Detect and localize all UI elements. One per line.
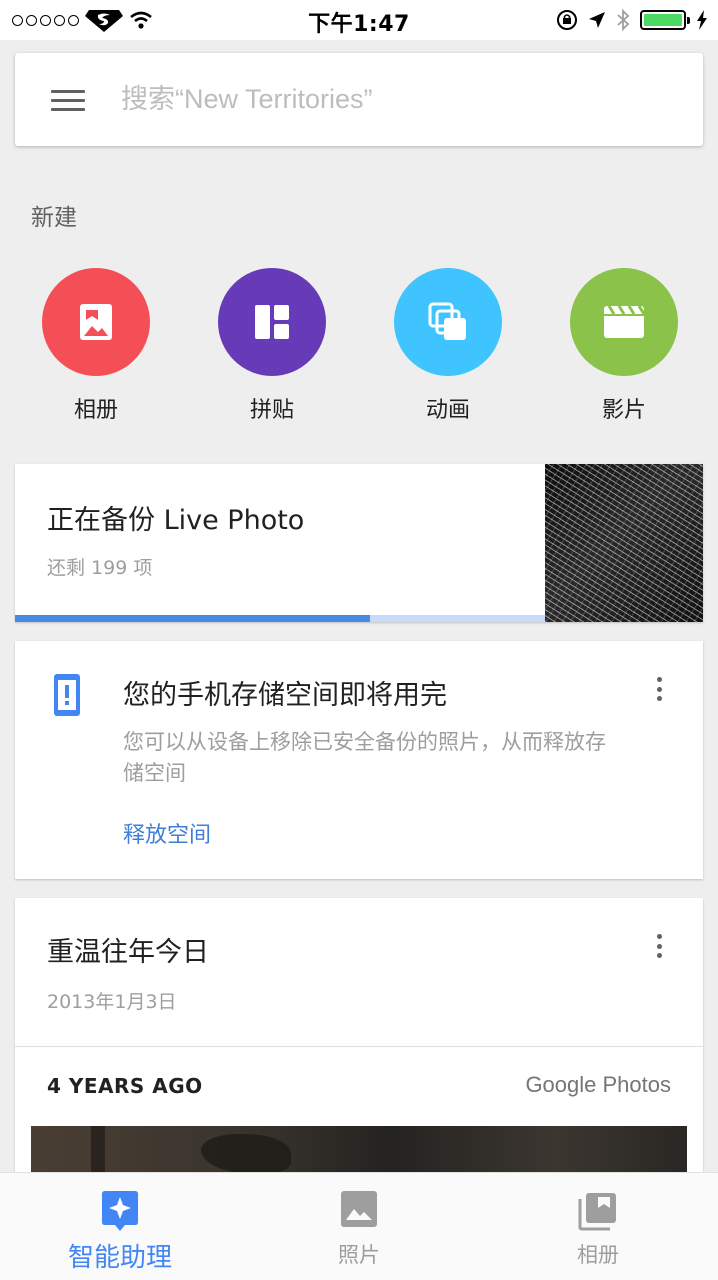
section-title-new: 新建 <box>31 205 77 231</box>
create-animation-circle[interactable] <box>394 268 502 376</box>
create-album-label: 相册 <box>73 398 118 423</box>
free-up-space-button[interactable]: 释放空间 <box>123 817 211 849</box>
movie-icon <box>604 306 644 338</box>
assistant-icon <box>102 1191 138 1231</box>
backup-status-card[interactable]: 正在备份 Live Photo 还剩 199 项 <box>15 464 703 622</box>
status-bar: 下午1:47 <box>0 0 718 40</box>
backup-title: 正在备份 Live Photo <box>47 505 305 536</box>
tab-photos[interactable]: 照片 <box>239 1173 479 1280</box>
rediscover-more-options-icon[interactable] <box>655 934 663 958</box>
photos-wordmark: Photos <box>596 1072 672 1097</box>
photos-icon <box>341 1191 377 1227</box>
album-icon <box>80 304 112 340</box>
search-input[interactable] <box>121 74 641 125</box>
rediscover-title: 重温往年今日 <box>47 937 209 968</box>
create-movie-label: 影片 <box>601 398 646 423</box>
create-album-circle[interactable] <box>42 268 150 376</box>
tab-albums-label: 相册 <box>577 1243 619 1267</box>
battery-icon <box>640 10 690 30</box>
tab-assistant-label: 智能助理 <box>67 1243 172 1273</box>
backup-thumbnail[interactable] <box>545 464 703 622</box>
bottom-navigation: 智能助理 照片 相册 <box>0 1172 718 1280</box>
storage-title: 您的手机存储空间即将用完 <box>123 680 447 711</box>
rediscover-date: 2013年1月3日 <box>47 991 177 1013</box>
storage-warning-card: 您的手机存储空间即将用完 您可以从设备上移除已安全备份的照片，从而释放存储空间 … <box>15 641 703 879</box>
rediscover-card[interactable]: 重温往年今日 2013年1月3日 4 YEARS AGO Google Phot… <box>15 898 703 1188</box>
google-wordmark: Google <box>525 1072 597 1097</box>
tab-albums[interactable]: 相册 <box>478 1173 718 1280</box>
create-animation-button[interactable]: 动画 <box>393 268 503 424</box>
location-arrow-icon <box>589 12 605 28</box>
create-movie-circle[interactable] <box>570 268 678 376</box>
card-divider <box>15 1046 703 1047</box>
status-right <box>556 7 708 33</box>
phone-alert-icon <box>54 674 80 716</box>
charging-bolt-icon <box>697 10 707 30</box>
storage-more-options-icon[interactable] <box>655 677 663 701</box>
albums-icon <box>578 1193 616 1231</box>
hamburger-menu-icon[interactable] <box>51 88 85 112</box>
create-album-button[interactable]: 相册 <box>41 268 151 424</box>
animation-icon <box>428 302 466 340</box>
create-collage-button[interactable]: 拼贴 <box>217 268 327 424</box>
backup-progress-fill <box>15 615 371 622</box>
photo-foliage-shape <box>201 1134 291 1174</box>
battery-level <box>644 14 682 26</box>
bluetooth-icon <box>617 9 630 31</box>
storage-description: 您可以从设备上移除已安全备份的照片，从而释放存储空间 <box>123 730 606 785</box>
collage-icon <box>255 305 289 339</box>
tab-photos-label: 照片 <box>338 1243 380 1267</box>
create-collage-label: 拼贴 <box>249 398 294 423</box>
create-animation-label: 动画 <box>425 398 470 423</box>
create-movie-button[interactable]: 影片 <box>569 268 679 424</box>
backup-progress-bar <box>15 615 545 622</box>
rotation-lock-icon <box>557 10 577 30</box>
search-bar <box>15 53 703 146</box>
tab-assistant[interactable]: 智能助理 <box>0 1173 240 1280</box>
create-collage-circle[interactable] <box>218 268 326 376</box>
backup-remaining: 还剩 199 项 <box>47 557 153 579</box>
years-ago-label: 4 YEARS AGO <box>47 1074 203 1098</box>
google-photos-logo: Google Photos <box>525 1072 671 1098</box>
